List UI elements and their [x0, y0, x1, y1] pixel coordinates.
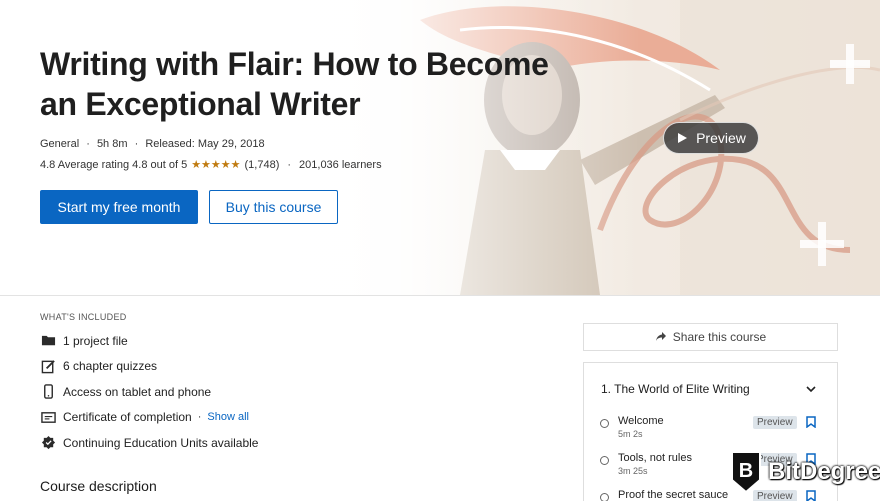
lesson-duration: 3m 25s [618, 466, 648, 476]
logo-letter: B [739, 460, 753, 482]
course-duration: 5h 8m [96, 138, 128, 150]
included-item-text: Access on tablet and phone [63, 384, 212, 399]
included-item: Certificate of completion · Show all [40, 405, 340, 431]
preview-video-button[interactable]: Preview [663, 122, 759, 154]
meta-separator: · [134, 138, 139, 150]
chevron-down-icon[interactable] [805, 383, 817, 395]
play-icon [678, 133, 688, 143]
lesson-item[interactable]: Welcome 5m 2s Preview [600, 415, 825, 445]
certificate-icon [40, 409, 56, 425]
included-item: 6 chapter quizzes [40, 354, 340, 380]
lesson-item[interactable]: Proof the secret sauce Preview [600, 489, 825, 501]
rating-count: (1,748) [244, 158, 280, 171]
included-item-text: 1 project file [63, 333, 128, 348]
share-course-button[interactable]: Share this course [583, 323, 838, 351]
lesson-preview-badge[interactable]: Preview [753, 416, 797, 429]
course-title: Writing with Flair: How to Become an Exc… [40, 46, 549, 122]
included-list: 1 project file 6 chapter quizzes Access … [40, 328, 340, 456]
bitdegree-watermark: BitDegree [768, 458, 880, 485]
included-item-text: 6 chapter quizzes [63, 359, 158, 374]
lesson-duration: 5m 2s [618, 429, 643, 439]
chapter-title[interactable]: 1. The World of Elite Writing [601, 382, 750, 396]
lesson-status-icon [600, 419, 609, 428]
start-free-month-button[interactable]: Start my free month [40, 190, 198, 224]
course-description-heading: Course description [40, 478, 157, 494]
course-hero: Writing with Flair: How to Become an Exc… [0, 0, 880, 295]
quiz-icon [40, 358, 56, 374]
lesson-status-icon [600, 456, 609, 465]
course-release-date: Released: May 29, 2018 [145, 138, 265, 150]
meta-separator: · [287, 158, 292, 171]
badge-icon [40, 435, 56, 451]
included-item-text: Continuing Education Units available [63, 435, 259, 450]
meta-separator: · [86, 138, 90, 150]
preview-label: Preview [696, 130, 746, 146]
rating-stars-icon: ★★★★★ [191, 159, 241, 171]
share-label: Share this course [672, 330, 767, 344]
included-item-text: Certificate of completion [63, 410, 192, 425]
share-icon [655, 332, 666, 341]
lesson-status-icon [600, 493, 609, 501]
course-meta: General · 5h 8m · Released: May 29, 2018 [40, 138, 265, 150]
course-category: General [40, 138, 80, 150]
rating-text: 4.8 Average rating 4.8 out of 5 [40, 158, 188, 171]
show-all-separator: · [197, 411, 202, 424]
included-item: 1 project file [40, 328, 340, 354]
phone-icon [40, 384, 56, 400]
lesson-title[interactable]: Tools, not rules [618, 452, 692, 464]
bitdegree-logo-icon: B [731, 451, 761, 494]
folder-icon [40, 333, 56, 349]
buy-course-button[interactable]: Buy this course [209, 190, 338, 224]
course-rating-row: 4.8 Average rating 4.8 out of 5 ★★★★★ (1… [40, 158, 382, 172]
bookmark-icon[interactable] [806, 490, 816, 501]
hero-divider [0, 295, 880, 296]
included-item: Access on tablet and phone [40, 379, 340, 405]
lesson-title[interactable]: Proof the secret sauce [618, 489, 728, 501]
learner-count: 201,036 learners [299, 158, 382, 171]
whats-included-heading: WHAT'S INCLUDED [40, 312, 127, 322]
included-item: Continuing Education Units available [40, 430, 340, 456]
lesson-title[interactable]: Welcome [618, 415, 664, 427]
show-all-link[interactable]: Show all [207, 411, 249, 423]
bookmark-icon[interactable] [806, 416, 816, 428]
